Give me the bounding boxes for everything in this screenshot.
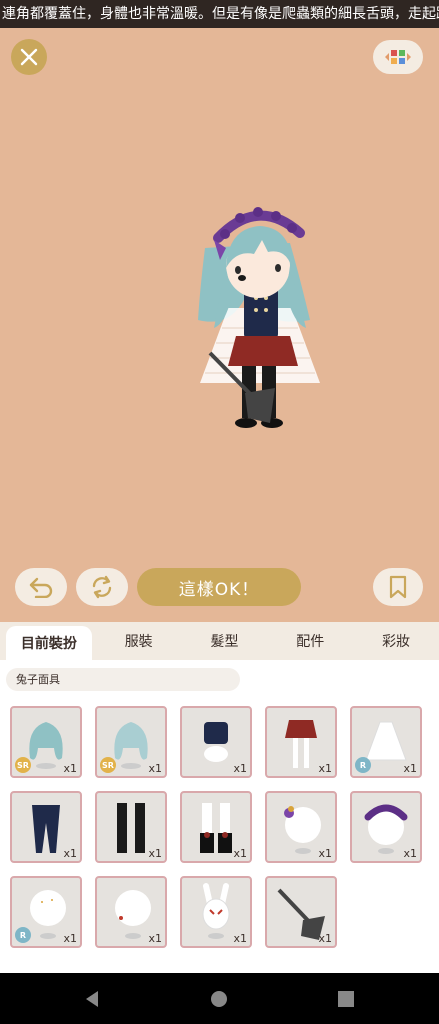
rarity-badge: SR <box>100 757 116 773</box>
item-slot[interactable]: x1 <box>265 791 337 863</box>
home-nav-icon[interactable] <box>209 989 229 1009</box>
item-panel: 兔子面具 SR x1 SR x1 x1 x1 R x1 x1 x1 x1 x1 … <box>0 660 439 973</box>
tab-accessories[interactable]: 配件 <box>267 622 353 660</box>
item-slot[interactable]: x1 <box>10 791 82 863</box>
category-tabs: 目前裝扮 服裝 髮型 配件 彩妝 <box>0 622 439 660</box>
bookmark-button[interactable] <box>373 568 423 606</box>
item-quantity: x1 <box>403 847 417 860</box>
item-quantity: x1 <box>63 762 77 775</box>
android-nav-bar <box>0 973 439 1024</box>
item-quantity: x1 <box>233 932 247 945</box>
undo-button[interactable] <box>15 568 67 606</box>
item-quantity: x1 <box>148 932 162 945</box>
item-slot[interactable]: x1 <box>180 876 252 948</box>
undo-icon <box>29 577 53 598</box>
layout-toggle-button[interactable] <box>373 40 423 74</box>
close-icon <box>20 48 38 66</box>
item-slot[interactable]: x1 <box>95 876 167 948</box>
story-ticker: 連角都覆蓋住，身體也非常溫暖。但是有像是爬蟲類的細長舌頭，走起路 <box>0 0 439 28</box>
item-quantity: x1 <box>63 932 77 945</box>
item-slot[interactable]: x1 <box>180 791 252 863</box>
item-quantity: x1 <box>63 847 77 860</box>
item-slot[interactable]: x1 <box>265 876 337 948</box>
item-slot[interactable]: SR x1 <box>10 706 82 778</box>
rarity-badge: SR <box>15 757 31 773</box>
item-quantity: x1 <box>148 847 162 860</box>
randomize-button[interactable] <box>76 568 128 606</box>
item-slot[interactable]: x1 <box>350 791 422 863</box>
item-quantity: x1 <box>233 762 247 775</box>
selected-item-name: 兔子面具 <box>6 668 240 691</box>
item-slot[interactable]: SR x1 <box>95 706 167 778</box>
item-slot[interactable]: x1 <box>180 706 252 778</box>
close-button[interactable] <box>11 39 47 75</box>
back-nav-icon[interactable] <box>82 989 102 1009</box>
item-quantity: x1 <box>318 847 332 860</box>
confirm-outfit-button[interactable]: 這樣OK！ <box>137 568 301 606</box>
item-slot[interactable]: x1 <box>265 706 337 778</box>
avatar-character <box>198 207 320 428</box>
tab-current-outfit[interactable]: 目前裝扮 <box>6 626 92 660</box>
avatar-stage <box>0 28 439 622</box>
bookmark-icon <box>389 575 407 599</box>
item-slot[interactable]: x1 <box>95 791 167 863</box>
tab-clothing[interactable]: 服裝 <box>96 622 182 660</box>
item-quantity: x1 <box>318 762 332 775</box>
color-grid-icon <box>385 50 411 64</box>
item-slot[interactable]: R x1 <box>10 876 82 948</box>
item-slot[interactable]: R x1 <box>350 706 422 778</box>
tab-hairstyle[interactable]: 髮型 <box>182 622 268 660</box>
rarity-badge: R <box>355 757 371 773</box>
recents-nav-icon[interactable] <box>336 989 356 1009</box>
ticker-text: 連角都覆蓋住，身體也非常溫暖。但是有像是爬蟲類的細長舌頭，走起路 <box>2 6 439 22</box>
item-quantity: x1 <box>233 847 247 860</box>
item-quantity: x1 <box>403 762 417 775</box>
refresh-icon <box>92 575 112 599</box>
rarity-badge: R <box>15 927 31 943</box>
tab-makeup[interactable]: 彩妝 <box>353 622 439 660</box>
item-quantity: x1 <box>318 932 332 945</box>
item-quantity: x1 <box>148 762 162 775</box>
